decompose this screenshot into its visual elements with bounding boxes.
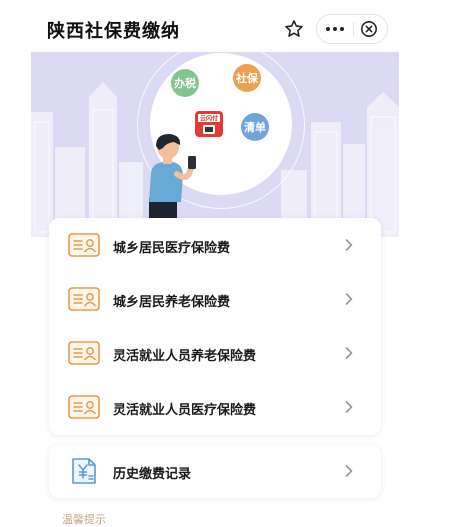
service-item-label: 灵活就业人员医疗保险费 [113, 402, 257, 417]
payment-history-card[interactable]: 历史缴费记录 [49, 445, 381, 498]
service-item-rural-medical[interactable]: 城乡居民医疗保险费 [49, 218, 381, 272]
tax-bubble: 办税 [171, 69, 199, 97]
star-icon[interactable] [283, 18, 305, 40]
close-circle-icon[interactable] [360, 20, 378, 38]
id-card-icon [68, 233, 100, 257]
list-bubble: 清单 [241, 113, 269, 141]
top-bar: 陕西社保费缴纳 [0, 0, 400, 52]
app-window: 陕西社保费缴纳 办税 社保 清单 云闪付 城乡居民医疗保险费 城乡居民养老保险费… [0, 0, 476, 526]
chevron-right-icon [345, 239, 353, 251]
svg-text:云闪付: 云闪付 [200, 115, 218, 123]
service-item-label: 城乡居民医疗保险费 [113, 240, 231, 255]
page-title: 陕西社保费缴纳 [47, 21, 180, 41]
id-card-icon [68, 341, 100, 365]
chevron-right-icon [345, 293, 353, 305]
yuan-document-icon [72, 458, 96, 484]
capsule-divider [353, 22, 354, 36]
chevron-right-icon [345, 465, 353, 477]
social-security-bubble: 社保 [233, 64, 261, 92]
history-label: 历史缴费记录 [113, 466, 192, 481]
service-item-rural-pension[interactable]: 城乡居民养老保险费 [49, 272, 381, 326]
hero-banner: 办税 社保 清单 云闪付 [31, 52, 399, 237]
service-list-card: 城乡居民医疗保险费 城乡居民养老保险费 灵活就业人员养老保险费 灵活就业人员医疗… [49, 218, 381, 435]
tip-heading: 温馨提示 [62, 514, 106, 526]
service-item-flexible-medical[interactable]: 灵活就业人员医疗保险费 [49, 380, 381, 434]
mini-program-capsule [316, 14, 388, 44]
service-item-label: 灵活就业人员养老保险费 [113, 348, 257, 363]
service-item-flexible-pension[interactable]: 灵活就业人员养老保险费 [49, 326, 381, 380]
id-card-icon [68, 395, 100, 419]
service-item-label: 城乡居民养老保险费 [113, 294, 231, 309]
more-icon[interactable] [317, 15, 353, 43]
chevron-right-icon [345, 347, 353, 359]
id-card-icon [68, 287, 100, 311]
chevron-right-icon [345, 401, 353, 413]
